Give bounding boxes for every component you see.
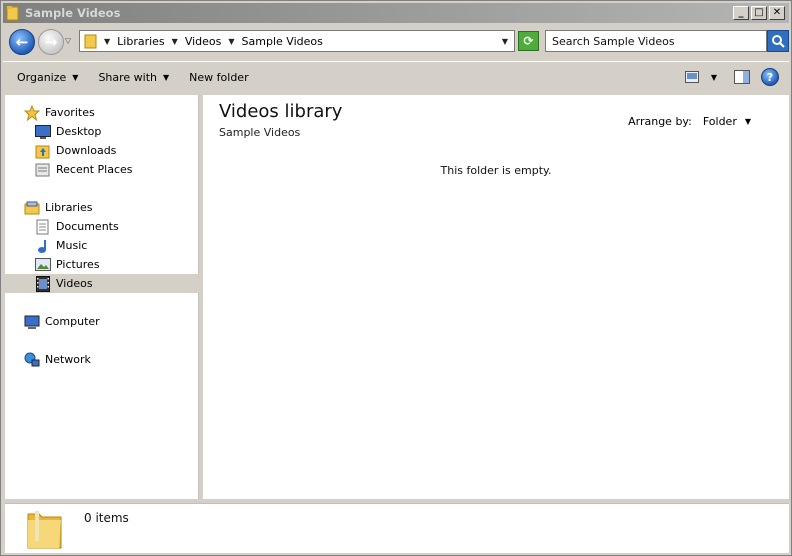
nav-videos[interactable]: Videos [5,274,199,293]
preview-pane-icon [734,70,750,84]
nav-music-label: Music [56,239,88,252]
file-list-pane[interactable]: Videos library Sample Videos Arrange by:… [203,95,789,499]
item-count: 0 items [84,511,129,525]
computer-icon [24,314,40,330]
chevron-down-icon: ▼ [710,72,718,82]
minimize-button[interactable]: _ [733,6,749,20]
forward-arrow-icon: → [44,33,58,51]
help-icon: ? [761,68,779,86]
nav-desktop[interactable]: Desktop [5,122,199,141]
share-with-label: Share with [98,71,158,84]
refresh-icon: ⟳ [523,34,534,48]
back-arrow-icon: ← [15,33,29,51]
network-icon [24,352,40,368]
nav-music[interactable]: Music [5,236,199,255]
empty-folder-message: This folder is empty. [440,164,552,177]
organize-button[interactable]: Organize ▼ [17,71,78,84]
arrange-by: Arrange by: Folder ▼ [628,115,751,128]
breadcrumb-separator-icon[interactable]: ▼ [172,37,178,46]
nav-favorites[interactable]: Favorites [5,103,199,122]
search-input[interactable]: Search Sample Videos [545,30,767,52]
downloads-icon [35,143,51,159]
forward-button[interactable]: → [38,29,64,55]
preview-pane-button[interactable] [733,68,751,86]
breadcrumb-separator-icon[interactable]: ▼ [228,37,234,46]
view-options-dropdown[interactable]: ▼ [705,68,723,86]
recent-pages-button[interactable]: ▽ [65,36,75,46]
title-bar[interactable]: Sample Videos _ □ ✕ [3,3,789,23]
organize-label: Organize [17,71,67,84]
nav-libraries-label: Libraries [45,201,93,214]
nav-recent-places-label: Recent Places [56,163,133,176]
videos-icon [35,275,51,292]
back-button[interactable]: ← [9,29,35,55]
breadcrumb-sample-videos[interactable]: Sample Videos [242,35,323,48]
explorer-window: Sample Videos _ □ ✕ ← → ▽ ▼ Libraries ▼ … [0,0,792,556]
nav-pictures-label: Pictures [56,258,100,271]
library-subtitle: Sample Videos [219,126,301,139]
recent-places-icon [35,162,51,178]
new-folder-button[interactable]: New folder [189,71,248,84]
close-button[interactable]: ✕ [769,6,785,20]
library-title: Videos library [219,101,343,122]
nav-documents[interactable]: Documents [5,217,199,236]
chevron-down-icon: ▼ [163,73,170,82]
nav-network[interactable]: Network [5,350,199,369]
nav-videos-label: Videos [56,277,93,290]
navigation-bar: ← → ▽ ▼ Libraries ▼ Videos ▼ Sample Vide… [3,27,789,57]
address-dropdown-icon[interactable]: ▼ [502,37,508,46]
nav-computer-label: Computer [45,315,100,328]
search-icon [772,35,785,48]
desktop-icon [35,124,51,140]
window-title: Sample Videos [25,6,121,20]
change-view-button[interactable] [683,68,701,86]
command-bar: Organize ▼ Share with ▼ New folder ▼ ? [3,61,789,93]
details-pane: 0 items [5,503,789,553]
nav-downloads[interactable]: Downloads [5,141,199,160]
maximize-button[interactable]: □ [751,6,767,20]
arrange-by-dropdown[interactable]: Folder [703,115,737,128]
pictures-icon [35,257,51,273]
arrange-by-label: Arrange by: [628,115,692,128]
nav-computer[interactable]: Computer [5,312,199,331]
documents-icon [35,219,51,235]
breadcrumb-videos[interactable]: Videos [185,35,222,48]
chevron-down-icon: ▽ [65,36,72,45]
nav-pictures[interactable]: Pictures [5,255,199,274]
chevron-down-icon: ▼ [72,73,79,82]
search-button[interactable] [767,30,789,52]
music-icon [35,238,51,254]
star-icon [24,104,40,121]
address-bar[interactable]: ▼ Libraries ▼ Videos ▼ Sample Videos ▼ [79,30,515,52]
nav-documents-label: Documents [56,220,119,233]
nav-downloads-label: Downloads [56,144,117,157]
nav-desktop-label: Desktop [56,125,102,138]
refresh-button[interactable]: ⟳ [518,31,539,51]
nav-recent-places[interactable]: Recent Places [5,160,199,179]
folder-icon [84,33,98,49]
libraries-icon [24,200,40,216]
nav-network-label: Network [45,353,91,366]
breadcrumb-libraries[interactable]: Libraries [117,35,165,48]
help-button[interactable]: ? [761,68,779,86]
nav-libraries[interactable]: Libraries [5,198,199,217]
share-with-button[interactable]: Share with ▼ [98,71,169,84]
view-icon [685,71,699,83]
folder-icon [6,5,20,21]
breadcrumb-separator-icon[interactable]: ▼ [104,37,110,46]
breadcrumb: ▼ Libraries ▼ Videos ▼ Sample Videos [104,35,323,48]
nav-favorites-label: Favorites [45,106,95,119]
chevron-down-icon[interactable]: ▼ [745,117,751,126]
navigation-pane: Favorites Desktop Downloads Recent Place… [5,95,199,499]
folder-icon [25,508,65,550]
